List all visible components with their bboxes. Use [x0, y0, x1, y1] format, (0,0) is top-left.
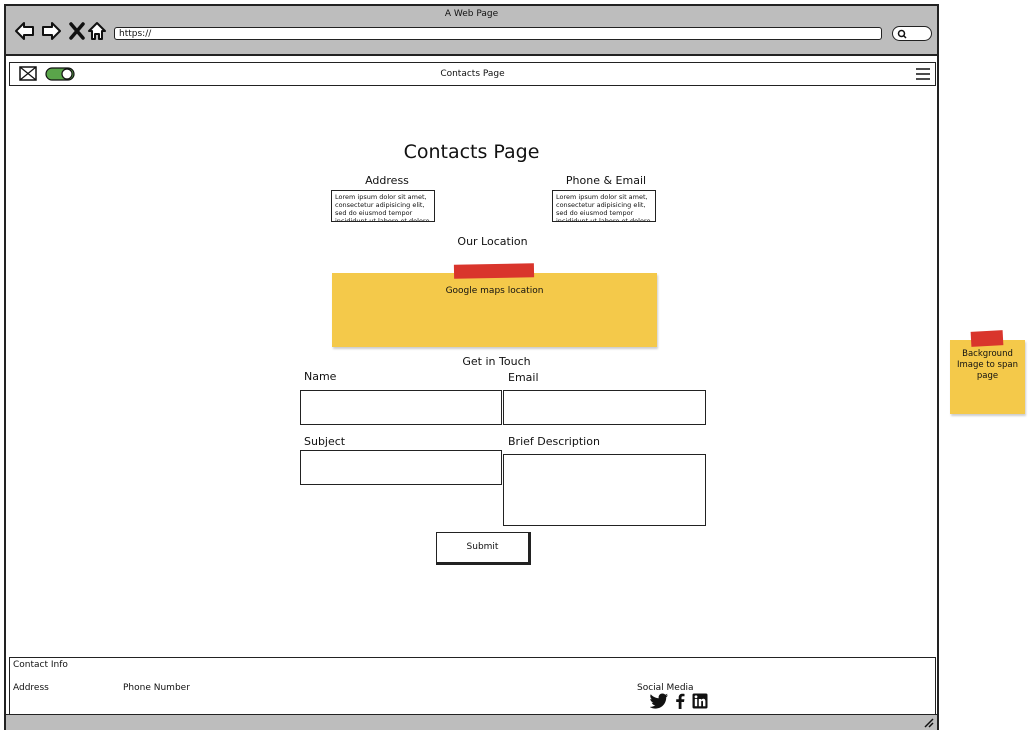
search-button[interactable]: [892, 26, 932, 41]
background-note-text: Background Image to span page: [957, 349, 1018, 381]
description-label: Brief Description: [508, 435, 600, 448]
location-heading: Our Location: [457, 235, 528, 248]
url-bar[interactable]: https://: [114, 27, 882, 40]
browser-window: A Web Page https:// Contacts Page Contac…: [4, 4, 939, 730]
footer-social-media: Social Media: [637, 683, 694, 693]
facebook-icon[interactable]: [674, 693, 686, 709]
background-image-note: Background Image to span page: [950, 340, 1025, 414]
address-heading: Address: [365, 174, 409, 187]
status-bar: [6, 714, 937, 730]
footer-address: Address: [13, 683, 49, 693]
description-textarea[interactable]: [503, 454, 706, 526]
page-title: Contacts Page: [403, 141, 540, 163]
forward-arrow-icon[interactable]: [40, 20, 62, 42]
twitter-icon[interactable]: [650, 693, 668, 709]
close-icon[interactable]: [66, 20, 88, 42]
app-bar: Contacts Page: [9, 62, 936, 86]
browser-chrome: A Web Page https://: [6, 6, 937, 56]
get-in-touch-heading: Get in Touch: [462, 355, 531, 368]
name-input[interactable]: [300, 390, 502, 425]
back-arrow-icon[interactable]: [14, 20, 36, 42]
subject-label: Subject: [304, 435, 346, 448]
footer-contact-info: Contact Info: [13, 660, 68, 670]
submit-button[interactable]: Submit: [436, 532, 531, 565]
phone-email-text: Lorem ipsum dolor sit amet, consectetur …: [552, 190, 656, 222]
search-icon: [897, 29, 907, 39]
email-input[interactable]: [503, 390, 706, 425]
window-title: A Web Page: [444, 9, 499, 19]
footer: Contact Info Address Phone Number Social…: [9, 657, 936, 715]
map-placeholder-note: Google maps location: [332, 273, 657, 347]
linkedin-icon[interactable]: [692, 693, 708, 709]
name-label: Name: [304, 370, 337, 383]
tape: [970, 330, 1004, 347]
hamburger-menu-icon[interactable]: [915, 67, 931, 81]
appbar-title: Contacts Page: [440, 69, 505, 79]
resize-grip-icon[interactable]: [923, 717, 934, 728]
phone-email-heading: Phone & Email: [565, 174, 647, 187]
email-label: Email: [508, 371, 539, 384]
subject-input[interactable]: [300, 450, 502, 485]
footer-phone: Phone Number: [123, 683, 190, 693]
tape: [453, 263, 535, 279]
address-text: Lorem ipsum dolor sit amet, consectetur …: [331, 190, 435, 222]
map-note-text: Google maps location: [445, 286, 544, 296]
home-icon[interactable]: [86, 20, 108, 42]
